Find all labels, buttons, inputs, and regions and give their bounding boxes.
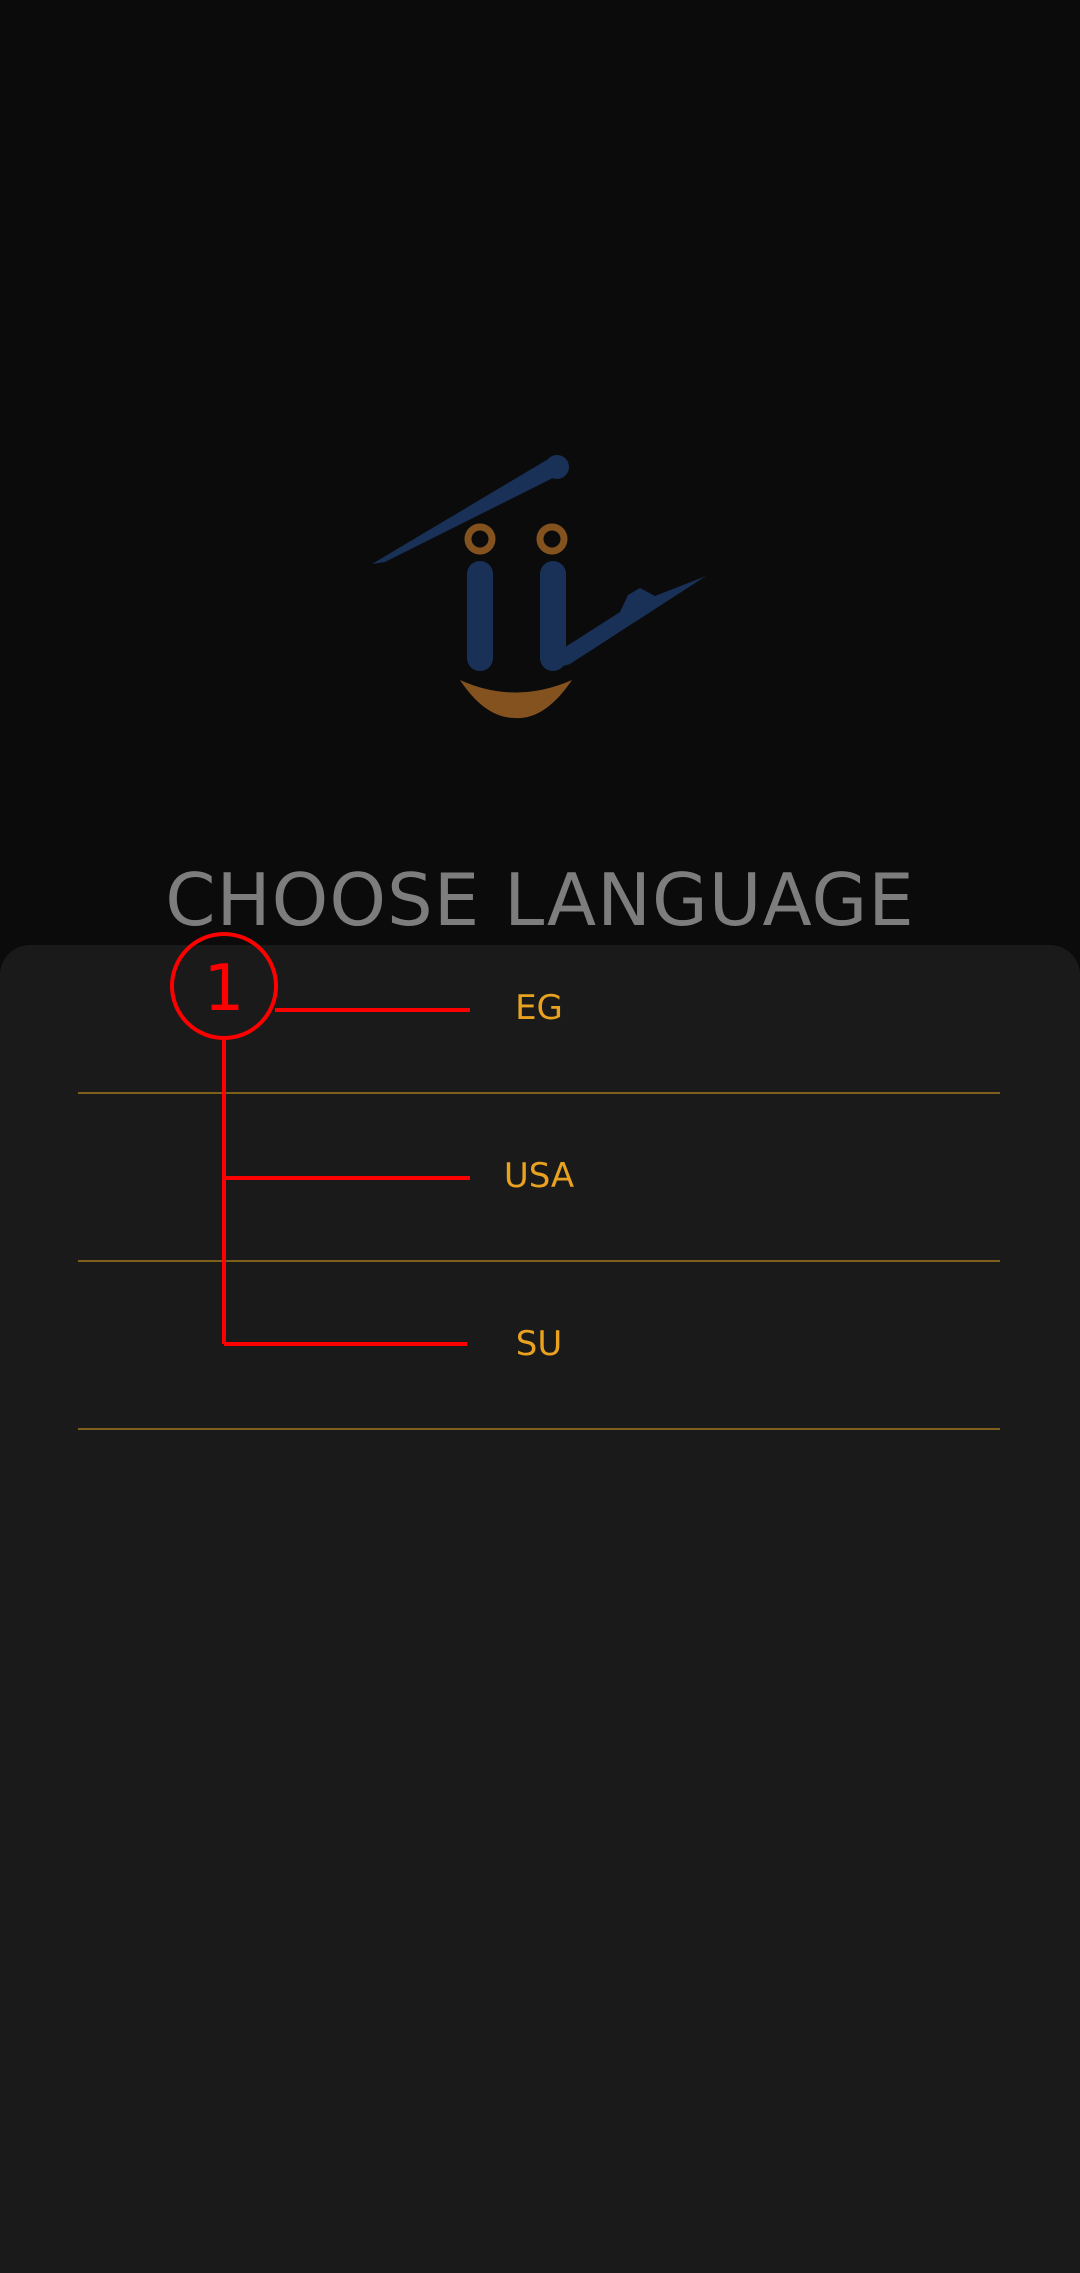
language-option-label: USA bbox=[503, 1156, 575, 1196]
language-option-label: EG bbox=[515, 988, 563, 1028]
language-option-su[interactable]: SU bbox=[78, 1260, 1000, 1430]
language-option-usa[interactable]: USA bbox=[78, 1092, 1000, 1262]
language-option-eg[interactable]: EG bbox=[78, 924, 1000, 1094]
language-option-label: SU bbox=[515, 1324, 563, 1364]
app-logo bbox=[372, 455, 706, 719]
